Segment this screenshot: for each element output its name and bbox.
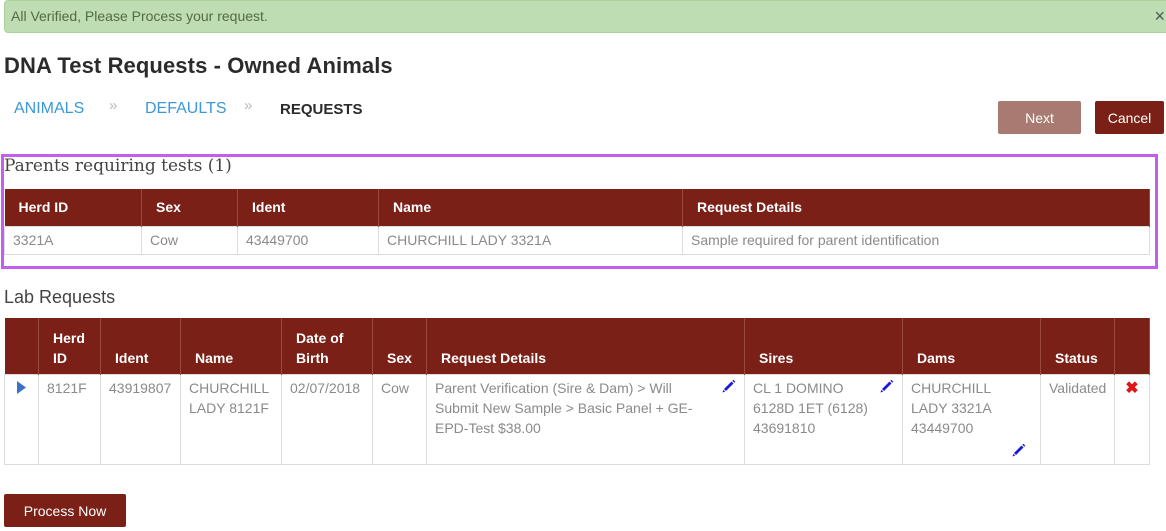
col-request-details[interactable]: Request Details <box>426 318 745 374</box>
pencil-icon[interactable] <box>1012 443 1026 457</box>
request-details-text: Parent Verification (Sire & Dam) > Will … <box>435 379 693 436</box>
cell-ident: 43919807 <box>100 373 181 465</box>
cell-sires: CL 1 DOMINO 6128D 1ET (6128) 43691810 <box>744 373 903 465</box>
dam-text: CHURCHILL LADY 3321A 43449700 <box>911 379 991 436</box>
table-row: 8121F 43919807 CHURCHILL LADY 8121F 02/0… <box>4 373 1150 465</box>
col-herd-id[interactable]: Herd ID <box>38 318 101 374</box>
col-sires[interactable]: Sires <box>744 318 903 374</box>
cell-dams: CHURCHILL LADY 3321A 43449700 <box>902 373 1041 465</box>
step-defaults[interactable]: DEFAULTS <box>145 100 227 118</box>
next-button[interactable]: Next <box>998 101 1081 134</box>
cell-herd-id: 3321A <box>4 225 142 255</box>
table-row: 3321A Cow 43449700 CHURCHILL LADY 3321A … <box>4 225 1150 255</box>
cell-actions: ✖ <box>1114 373 1150 465</box>
col-date-of-birth[interactable]: Date of Birth <box>281 318 373 374</box>
success-alert: All Verified, Please Process your reques… <box>4 0 1166 33</box>
col-sex[interactable]: Sex <box>372 318 427 374</box>
col-name[interactable]: Name <box>378 189 683 226</box>
cell-expand <box>4 373 39 465</box>
cell-herd-id: 8121F <box>38 373 101 465</box>
parents-section-title: Parents requiring tests (1) <box>4 156 232 176</box>
alert-message: All Verified, Please Process your reques… <box>11 8 268 24</box>
col-status[interactable]: Status <box>1040 318 1115 374</box>
triangle-right-icon[interactable] <box>17 380 26 394</box>
col-herd-id[interactable]: Herd ID <box>4 189 142 226</box>
pencil-icon[interactable] <box>880 379 894 393</box>
cell-request-details: Parent Verification (Sire & Dam) > Will … <box>426 373 745 465</box>
cancel-button[interactable]: Cancel <box>1095 101 1164 134</box>
col-sex[interactable]: Sex <box>141 189 238 226</box>
col-name[interactable]: Name <box>180 318 282 374</box>
parents-table: Herd ID Sex Ident Name Request Details 3… <box>4 189 1150 255</box>
cell-ident: 43449700 <box>237 225 379 255</box>
lab-requests-table: Herd ID Ident Name Date of Birth Sex Req… <box>4 318 1150 465</box>
page-title: DNA Test Requests - Owned Animals <box>4 53 393 78</box>
cell-status: Validated <box>1040 373 1115 465</box>
cell-request-details: Sample required for parent identificatio… <box>682 225 1150 255</box>
lab-section-title: Lab Requests <box>4 287 116 307</box>
delete-icon[interactable]: ✖ <box>1125 380 1138 397</box>
pencil-icon[interactable] <box>722 379 736 393</box>
cell-date-of-birth: 02/07/2018 <box>281 373 373 465</box>
col-ident[interactable]: Ident <box>100 318 181 374</box>
cell-name: CHURCHILL LADY 8121F <box>180 373 282 465</box>
cell-sex: Cow <box>372 373 427 465</box>
col-request-details[interactable]: Request Details <box>682 189 1150 226</box>
process-now-button[interactable]: Process Now <box>4 494 126 527</box>
close-icon[interactable]: × <box>1154 1 1165 32</box>
col-ident[interactable]: Ident <box>237 189 379 226</box>
table-header-row: Herd ID Ident Name Date of Birth Sex Req… <box>4 318 1150 374</box>
col-expand <box>4 318 39 374</box>
cell-sex: Cow <box>141 225 238 255</box>
cell-name: CHURCHILL LADY 3321A <box>378 225 683 255</box>
col-actions <box>1114 318 1150 374</box>
table-header-row: Herd ID Sex Ident Name Request Details <box>4 189 1150 226</box>
sire-text: CL 1 DOMINO 6128D 1ET (6128) 43691810 <box>753 379 868 436</box>
step-separator-icon: » <box>244 97 253 114</box>
col-dams[interactable]: Dams <box>902 318 1041 374</box>
step-requests: REQUESTS <box>280 101 363 118</box>
step-separator-icon: » <box>109 97 118 114</box>
step-animals[interactable]: ANIMALS <box>14 100 84 118</box>
